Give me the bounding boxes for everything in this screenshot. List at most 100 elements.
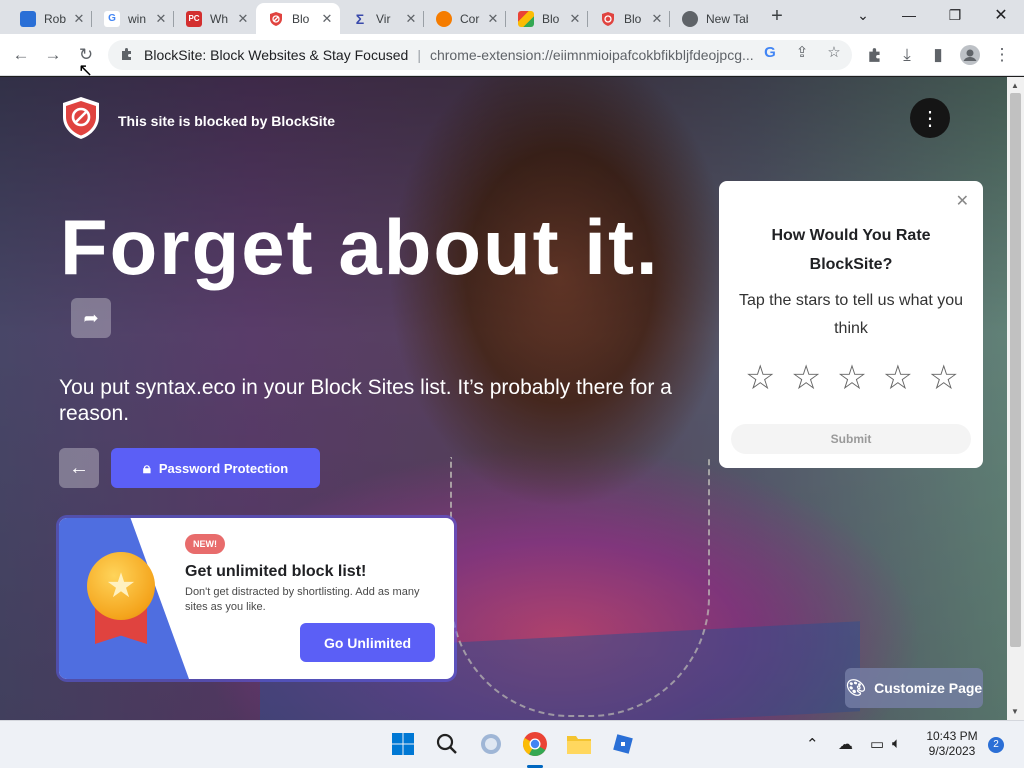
google-icon: G <box>104 10 120 27</box>
extensions-icon[interactable] <box>862 42 888 68</box>
go-unlimited-button[interactable]: Go Unlimited <box>300 623 435 662</box>
url-text: chrome-extension://eiimnmioipafcokbfikbl… <box>429 47 754 63</box>
browser-tab[interactable]: Blo ✕ <box>506 3 588 34</box>
google-translate-icon[interactable]: G <box>759 41 781 63</box>
customize-page-label: Customize Page <box>874 680 983 696</box>
chrome-menu-icon[interactable]: ⋮ <box>989 42 1015 68</box>
notification-badge[interactable]: 2 <box>988 737 1004 753</box>
close-icon[interactable]: ✕ <box>956 191 969 211</box>
rating-title: How Would You Rate BlockSite? <box>771 227 931 273</box>
browser-tab[interactable]: G win ✕ <box>92 3 174 34</box>
promo-title: Get unlimited block list! <box>185 563 367 580</box>
chevron-up-icon[interactable]: ⌃ <box>806 735 819 753</box>
minimize-icon[interactable]: — <box>886 0 932 30</box>
blocksite-brand: This site is blocked by BlockSite <box>58 95 335 146</box>
rating-subtitle: Tap the stars to tell us what you think <box>738 292 964 337</box>
share-icon[interactable]: ⇪ <box>791 41 813 63</box>
browser-tab[interactable]: Blo ✕ <box>588 3 670 34</box>
scroll-down-arrow-icon[interactable]: ▼ <box>1011 707 1019 716</box>
download-icon[interactable]: ⤓ <box>894 42 920 68</box>
star-icon[interactable]: ☆ <box>837 361 867 395</box>
scrollbar-thumb[interactable] <box>1010 93 1021 647</box>
back-arrow-icon: ← <box>69 456 89 479</box>
tab-label: Vir <box>376 11 391 26</box>
tab-label: win <box>128 11 147 26</box>
promo-description: Don't get distracted by shortlisting. Ad… <box>185 586 420 613</box>
more-options-icon[interactable]: ⋮ <box>910 98 950 138</box>
restore-icon[interactable]: ❐ <box>932 0 978 30</box>
browser-tab[interactable]: Cor ✕ <box>424 3 506 34</box>
close-icon[interactable]: ✕ <box>404 11 418 27</box>
browser-tab-active[interactable]: Blo ✕ <box>256 3 340 34</box>
windows-taskbar: ⌃ ☁ ▭ 🔈︎ 10:43 PM 9/3/2023 2 <box>0 720 1024 768</box>
password-protection-button[interactable]: 🔒︎ Password Protection <box>111 448 320 488</box>
tab-strip: Rob ✕ G win ✕ PC Wh ✕ Blo ✕ Σ Vir ✕ Cor … <box>0 0 1024 34</box>
browser-tab[interactable]: PC Wh ✕ <box>174 3 256 34</box>
chrome-icon[interactable] <box>520 729 550 759</box>
browser-tab[interactable]: Rob ✕ <box>8 3 92 34</box>
tab-label: Wh <box>210 11 228 26</box>
lock-icon: 🔒︎ <box>142 459 151 477</box>
close-icon[interactable]: ✕ <box>320 11 334 27</box>
star-rating: ☆ ☆ ☆ ☆ ☆ <box>745 361 959 395</box>
app-cat-icon[interactable] <box>476 729 506 759</box>
page-scrollbar[interactable]: ▲ ▼ <box>1007 77 1024 720</box>
submit-button[interactable]: Submit <box>731 424 971 454</box>
volume-icon[interactable]: 🔈︎ <box>892 735 901 752</box>
go-back-button[interactable]: ← <box>59 448 99 488</box>
network-icon[interactable]: ▭ <box>870 735 884 753</box>
roblox-taskbar-icon[interactable] <box>608 729 638 759</box>
share-arrow-button[interactable]: ➦ <box>71 298 111 338</box>
address-bar[interactable]: BlockSite: Block Websites & Stay Focused… <box>108 40 852 70</box>
pcmag-icon: PC <box>186 10 202 27</box>
close-icon[interactable]: ✕ <box>568 11 582 27</box>
profile-avatar-icon[interactable] <box>957 42 983 68</box>
browser-tab[interactable]: Σ Vir ✕ <box>340 3 424 34</box>
windows-start-icon[interactable] <box>388 729 418 759</box>
close-icon[interactable]: ✕ <box>154 11 168 27</box>
close-icon[interactable]: ✕ <box>72 11 86 27</box>
star-icon[interactable]: ☆ <box>883 361 913 395</box>
extension-puzzle-icon <box>120 47 136 64</box>
upgrade-promo-card: ★ NEW! Get unlimited block list! Don't g… <box>59 518 454 679</box>
scroll-up-arrow-icon[interactable]: ▲ <box>1011 81 1019 90</box>
bookmark-star-icon[interactable]: ☆ <box>823 41 845 63</box>
new-badge: NEW! <box>185 534 225 554</box>
close-icon[interactable]: ✕ <box>486 11 500 27</box>
file-explorer-icon[interactable] <box>564 729 594 759</box>
star-icon[interactable]: ☆ <box>791 361 821 395</box>
blocksite-shield-logo-icon <box>58 95 104 146</box>
tab-label: New Tab <box>706 11 748 26</box>
tab-label: Rob <box>44 11 67 26</box>
search-icon[interactable] <box>432 729 462 759</box>
forward-arrow-icon[interactable]: → <box>40 42 66 68</box>
tab-label: Cor <box>460 11 480 26</box>
close-icon[interactable]: ✕ <box>236 11 250 27</box>
avast-icon <box>436 10 452 27</box>
page-title-in-omnibox: BlockSite: Block Websites & Stay Focused <box>144 47 409 63</box>
tab-label: Blo <box>624 11 642 26</box>
chrome-icon <box>682 10 698 27</box>
browser-tab[interactable]: New Tab <box>670 3 754 34</box>
tab-label: Blo <box>542 11 560 26</box>
side-panel-icon[interactable]: ▮ <box>925 42 951 68</box>
share-arrow-icon: ➦ <box>83 307 99 328</box>
onedrive-cloud-icon[interactable]: ☁ <box>838 735 853 753</box>
close-icon[interactable]: ✕ <box>650 11 664 27</box>
rating-popup: ✕ How Would You Rate BlockSite? Tap the … <box>719 181 983 468</box>
block-message: You put syntax.eco in your Block Sites l… <box>59 376 672 425</box>
system-clock[interactable]: 10:43 PM 9/3/2023 <box>918 729 986 759</box>
virustotal-icon: Σ <box>355 10 365 27</box>
mouse-cursor-icon: ↖ <box>78 60 94 80</box>
blocked-page: This site is blocked by BlockSite ⋮ Forg… <box>0 77 1007 720</box>
blocksite-icon <box>600 11 616 27</box>
window-close-icon[interactable]: ✕ <box>978 0 1024 30</box>
star-icon[interactable]: ☆ <box>745 361 775 395</box>
back-arrow-icon[interactable]: ← <box>8 42 34 68</box>
tab-search-chevron-icon[interactable]: ⌄ <box>840 0 886 30</box>
gold-medal-icon: ★ <box>87 552 155 620</box>
customize-page-button[interactable]: 🎨︎ Customize Page <box>845 668 983 708</box>
new-tab-plus-icon[interactable]: + <box>766 6 788 28</box>
clock-time: 10:43 PM <box>926 729 978 743</box>
star-icon[interactable]: ☆ <box>929 361 959 395</box>
